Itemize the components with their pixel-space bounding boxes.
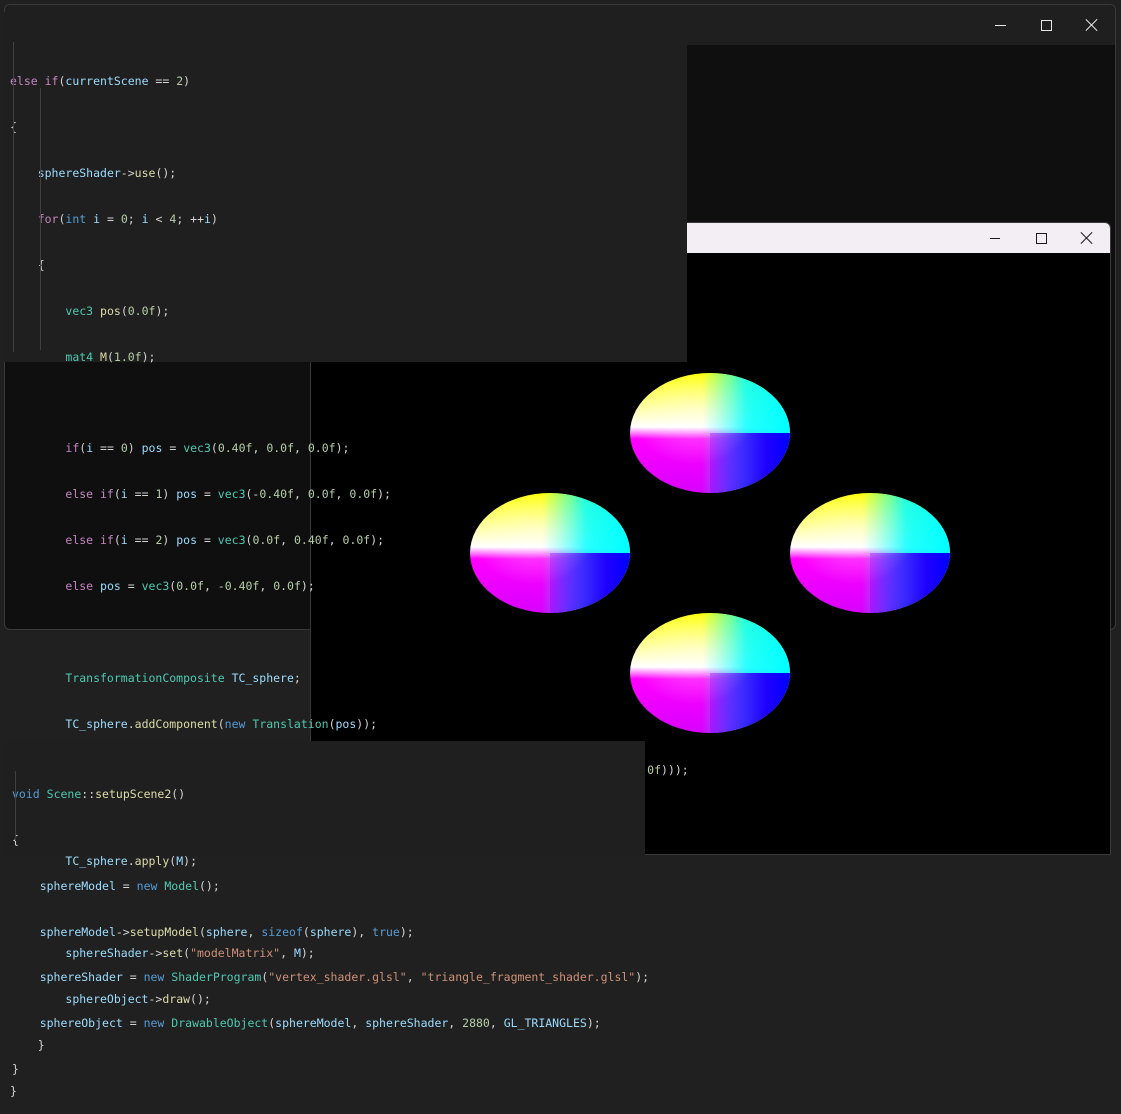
maximize-icon — [1040, 19, 1052, 31]
code-line: { — [10, 257, 45, 272]
code-line: sphereModel->setupModel(sphere, sizeof(s… — [39, 924, 414, 939]
minimize-icon — [994, 24, 1006, 26]
background-close-button[interactable] — [1069, 5, 1115, 45]
close-icon — [1086, 19, 1098, 31]
code-line: TransformationComposite TC_sphere; — [65, 670, 301, 685]
close-icon — [1081, 232, 1093, 244]
maximize-icon — [1035, 232, 1047, 244]
code-line: { — [10, 120, 687, 135]
code-line: } — [10, 1037, 45, 1052]
code-line: sphereObject = new DrawableObject(sphere… — [39, 1016, 601, 1031]
code-line: sphereShader->use(); — [37, 165, 177, 180]
indent-guide — [13, 42, 14, 352]
code-snippet-setup-scene: void Scene::setupScene2() { sphereModel … — [4, 741, 649, 1076]
code-line: } — [12, 1062, 19, 1077]
sphere-right — [790, 493, 950, 613]
code-line: TC_sphere.addComponent(new Translation(p… — [65, 716, 378, 731]
background-maximize-button[interactable] — [1023, 5, 1069, 45]
code-line: else if(currentScene == 2) — [10, 74, 191, 89]
code-line: vec3 pos(0.0f); — [65, 303, 170, 318]
code-line: if(i == 0) pos = vec3(0.40f, 0.0f, 0.0f)… — [65, 441, 350, 456]
code-line: else pos = vec3(0.0f, -0.40f, 0.0f); — [65, 578, 315, 593]
code-line: { — [12, 833, 645, 848]
indent-guide — [15, 771, 16, 841]
indent-guide — [40, 88, 41, 350]
code-line: sphereModel = new Model(); — [39, 878, 220, 893]
render-minimize-button[interactable] — [972, 223, 1018, 253]
code-line: else if(i == 1) pos = vec3(-0.40f, 0.0f,… — [65, 487, 391, 502]
code-line: sphereShader->set("modelMatrix", M); — [65, 946, 315, 961]
code-line: sphereShader = new ShaderProgram("vertex… — [39, 970, 650, 985]
code-line: void Scene::setupScene2() — [12, 786, 186, 801]
background-minimize-button[interactable] — [977, 5, 1023, 45]
code-line: mat4 M(1.0f); — [65, 349, 156, 364]
code-line: sphereObject->draw(); — [65, 992, 211, 1006]
code-line: TC_sphere.apply(M); — [65, 854, 197, 869]
render-close-button[interactable] — [1064, 223, 1110, 253]
code-line: for(int i = 0; i < 4; ++i) — [37, 211, 218, 226]
minimize-icon — [990, 237, 1000, 239]
code-snippet-render-loop: else if(currentScene == 2) { sphereShade… — [4, 12, 689, 1098]
code-line: else if(i == 2) pos = vec3(0.0f, 0.40f, … — [65, 533, 385, 548]
code-line: } — [10, 1083, 17, 1098]
render-maximize-button[interactable] — [1018, 223, 1064, 253]
